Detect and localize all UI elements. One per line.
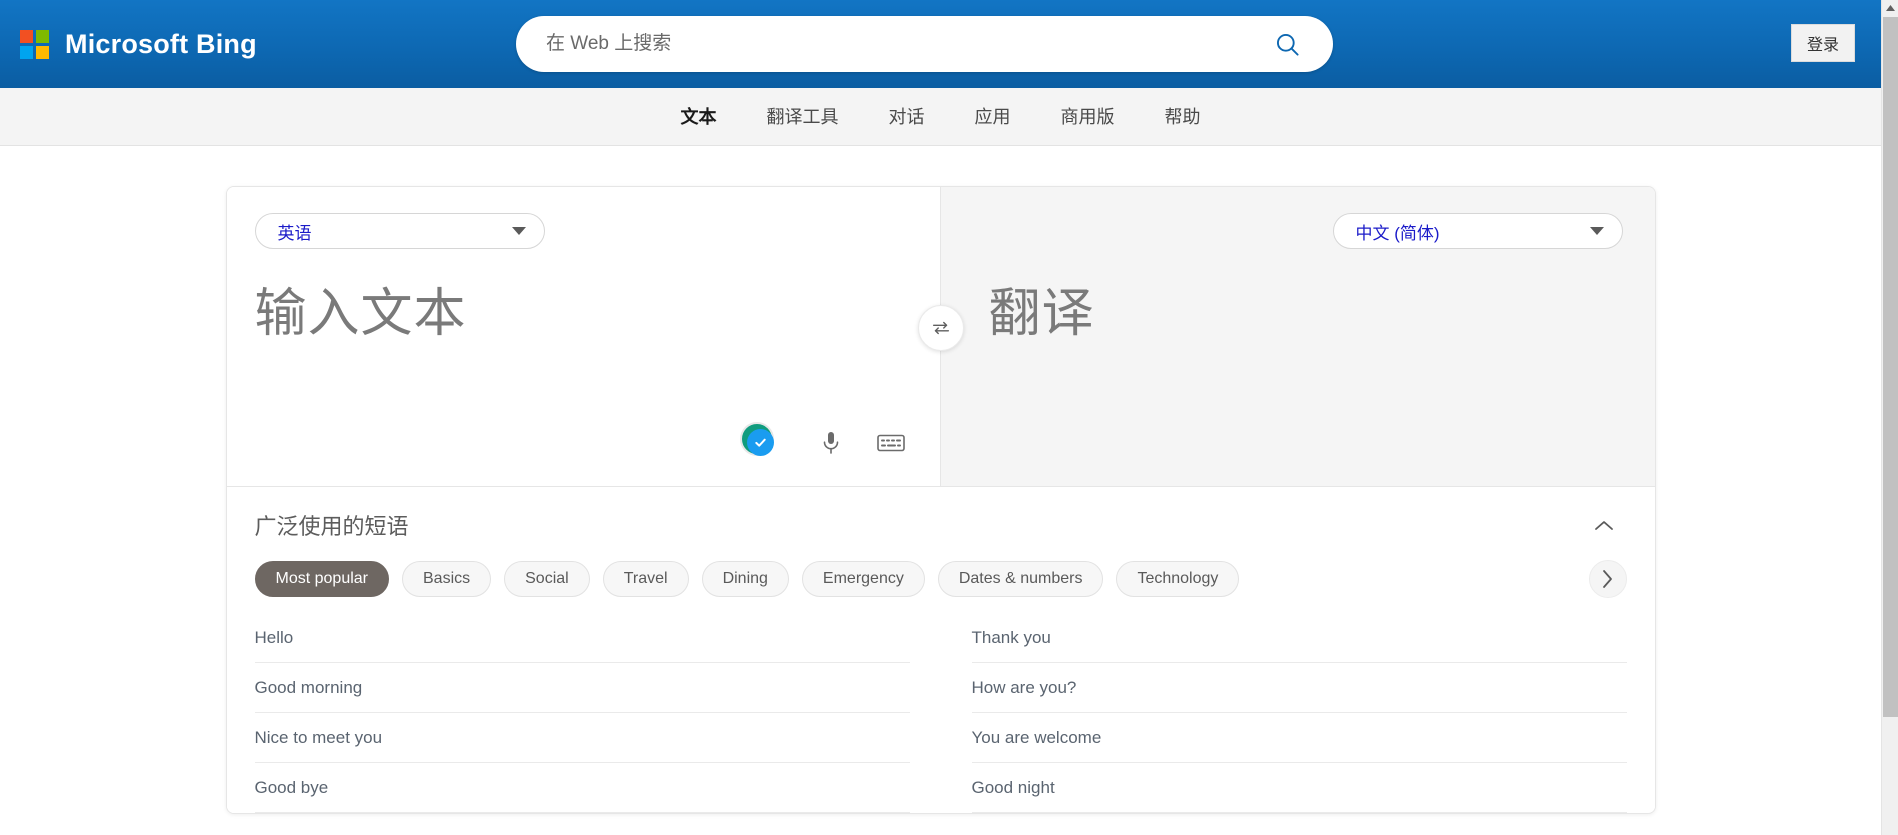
phrases-header: 广泛使用的短语 [255,509,1627,541]
brand-name: Microsoft Bing [65,29,257,60]
chevron-up-icon[interactable] [1587,510,1621,540]
chip-travel[interactable]: Travel [603,561,689,597]
scrollbar-up-arrow-icon[interactable] [1882,0,1898,17]
target-language-select[interactable]: 中文 (简体) [1333,213,1623,249]
chip-basics[interactable]: Basics [402,561,491,597]
target-text-placeholder: 翻译 [989,285,1627,345]
list-item[interactable]: Nice to meet you [255,713,910,763]
chevron-down-icon [512,227,526,235]
main-content: 英语 输入文本 [0,146,1881,835]
top-header: Microsoft Bing 登录 [0,0,1881,88]
list-item[interactable]: Good bye [255,763,910,813]
list-item[interactable]: Good morning [255,663,910,713]
nav-item-business[interactable]: 商用版 [1036,88,1140,146]
search-icon[interactable] [1265,22,1309,66]
phrase-list: Hello Good morning Nice to meet you Good… [255,613,1627,813]
translator-card: 英语 输入文本 [226,186,1656,814]
search-bar [516,16,1333,72]
source-language-label: 英语 [278,219,312,244]
microsoft-logo-icon [20,30,49,59]
brand-logo-link[interactable]: Microsoft Bing [10,0,267,88]
phrases-title: 广泛使用的短语 [255,509,409,541]
chip-most-popular[interactable]: Most popular [255,561,390,597]
target-language-label: 中文 (简体) [1356,219,1440,244]
list-item[interactable]: Hello [255,613,910,663]
nav-item-tools[interactable]: 翻译工具 [742,88,864,146]
list-item[interactable]: You are welcome [972,713,1627,763]
translate-panes: 英语 输入文本 [227,187,1655,487]
chip-dates-numbers[interactable]: Dates & numbers [938,561,1104,597]
phrase-column-right: Thank you How are you? You are welcome G… [972,613,1627,813]
microphone-button[interactable] [816,428,846,458]
scrollbar-thumb[interactable] [1883,17,1898,717]
chevron-down-icon [1590,227,1604,235]
chip-social[interactable]: Social [504,561,590,597]
nav-item-conversation[interactable]: 对话 [864,88,950,146]
list-item[interactable]: How are you? [972,663,1627,713]
search-input[interactable] [546,33,1265,55]
search-box[interactable] [516,16,1333,72]
chip-dining[interactable]: Dining [702,561,789,597]
phrases-section: 广泛使用的短语 Most popular Basics Social Trave… [227,487,1655,813]
source-pane: 英语 输入文本 [227,187,941,486]
target-pane: 中文 (简体) 翻译 [941,187,1655,486]
page-viewport: Microsoft Bing 登录 文本 翻译工具 对话 应用 商用版 帮助 [0,0,1881,835]
phrase-column-left: Hello Good morning Nice to meet you Good… [255,613,910,813]
source-language-select[interactable]: 英语 [255,213,545,249]
chevron-right-icon[interactable] [1589,560,1627,598]
swap-languages-button[interactable] [918,305,964,351]
main-nav: 文本 翻译工具 对话 应用 商用版 帮助 [0,88,1881,146]
source-text-placeholder[interactable]: 输入文本 [255,285,912,345]
nav-item-apps[interactable]: 应用 [950,88,1036,146]
source-pane-tools [816,428,906,458]
keyboard-button[interactable] [876,428,906,458]
chip-emergency[interactable]: Emergency [802,561,925,597]
list-item[interactable]: Good night [972,763,1627,813]
nav-item-text[interactable]: 文本 [656,88,742,146]
list-item[interactable]: Thank you [972,613,1627,663]
phrase-category-chips: Most popular Basics Social Travel Dining… [255,561,1627,597]
nav-item-help[interactable]: 帮助 [1140,88,1226,146]
sign-in-button[interactable]: 登录 [1791,24,1855,62]
chip-technology[interactable]: Technology [1116,561,1239,597]
page-scrollbar[interactable] [1881,0,1898,835]
